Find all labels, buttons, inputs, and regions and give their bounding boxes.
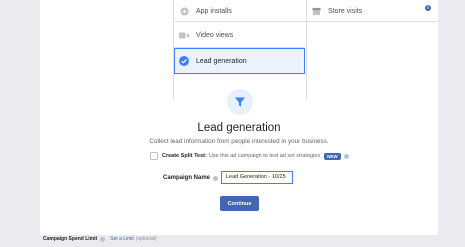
split-test-checkbox[interactable] [150, 152, 158, 160]
new-badge: NEW [324, 152, 341, 160]
objective-lead-generation[interactable]: Lead generation [174, 48, 305, 74]
help-icon[interactable] [100, 236, 106, 242]
objective-label: Lead generation [196, 57, 247, 65]
optional-label: (optional) [135, 236, 157, 242]
spend-limit-label: Campaign Spend Limit [43, 236, 98, 242]
divider [173, 21, 438, 22]
objective-label: App installs [196, 7, 232, 15]
footer: Campaign Spend Limit Set a Limit (option… [43, 236, 157, 242]
continue-button[interactable]: Continue [220, 196, 259, 211]
funnel-icon [227, 89, 253, 115]
store-icon [311, 6, 321, 16]
objective-video-views[interactable]: Video views [179, 27, 304, 43]
app-installs-icon [179, 6, 189, 16]
campaign-name-label: Campaign Name [163, 175, 211, 181]
objective-title: Lead generation [197, 122, 281, 134]
help-icon[interactable] [213, 175, 219, 181]
objective-description: Collect lead information from people int… [149, 138, 329, 145]
objective-store-visits[interactable]: Store visits [311, 3, 436, 19]
campaign-name-input[interactable]: Lead Generation - 10/25 [221, 171, 293, 184]
objective-label: Store visits [328, 7, 363, 15]
info-icon[interactable]: i [425, 5, 431, 11]
video-icon [179, 30, 189, 40]
campaign-name-label-row: Campaign Name [163, 175, 219, 181]
objective-app-installs[interactable]: App installs [179, 3, 304, 19]
split-test-text: Use this ad campaign to test ad set stra… [208, 153, 321, 159]
objective-label: Video views [196, 31, 234, 39]
set-limit-link[interactable]: Set a Limit [110, 236, 134, 242]
check-circle-icon [179, 56, 189, 66]
split-test-label: Create Split Test: [162, 153, 207, 159]
help-icon[interactable] [343, 153, 349, 159]
split-test-row: Create Split Test: Use this ad campaign … [150, 152, 349, 160]
